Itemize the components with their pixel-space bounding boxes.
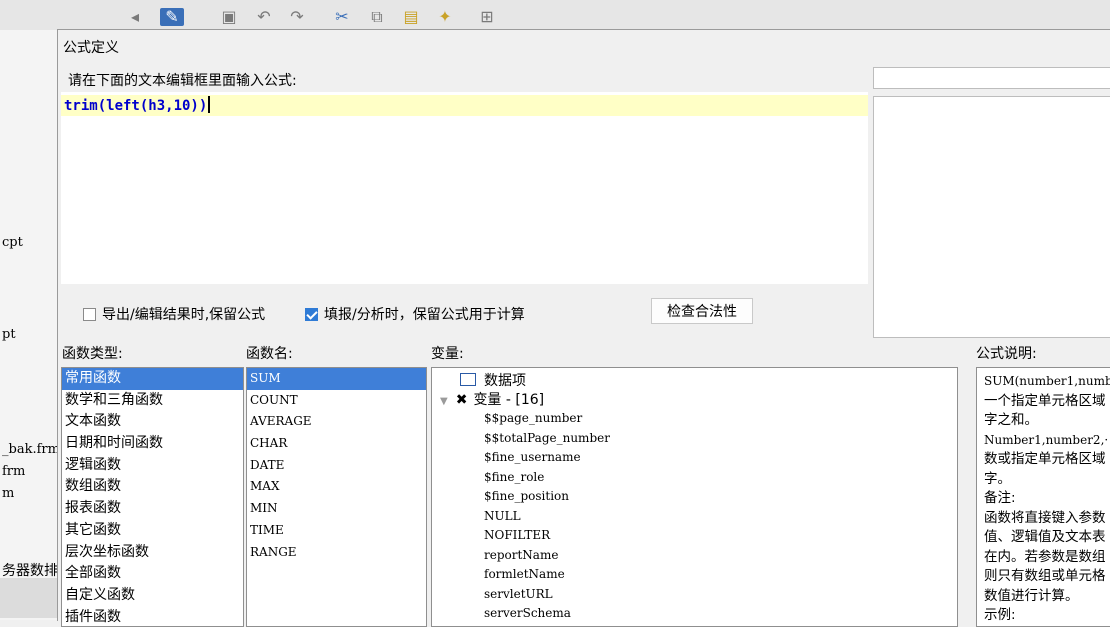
formula-preview-panel <box>873 96 1110 338</box>
variable-item[interactable]: reportName <box>484 548 558 562</box>
variable-item[interactable]: $fine_role <box>484 470 544 484</box>
fill-keep-formula-label: 填报/分析时，保留公式用于计算 <box>324 307 525 323</box>
description-line: 示例: <box>984 607 1016 623</box>
description-line: SUM(number1,numbe <box>984 374 1110 388</box>
format-brush-icon[interactable]: ✦ <box>436 8 454 26</box>
list-item[interactable]: 逻辑函数 <box>62 455 243 477</box>
list-item[interactable]: 其它函数 <box>62 520 243 542</box>
arrow-left-icon[interactable]: ◂ <box>126 8 144 26</box>
paste-icon[interactable]: ▤ <box>402 8 420 26</box>
description-line: 在内。若参数是数组 <box>984 548 1106 565</box>
dialog-title: 公式定义 <box>63 40 119 56</box>
list-item[interactable]: CHAR <box>247 433 426 455</box>
list-item[interactable]: 层次坐标函数 <box>62 542 243 564</box>
file-item[interactable]: m <box>2 486 14 501</box>
edit-icon[interactable]: ✎ <box>160 8 184 26</box>
tree-item-data-item[interactable]: 数据项 <box>460 370 526 390</box>
list-item[interactable]: 数学和三角函数 <box>62 390 243 412</box>
list-item[interactable]: MAX <box>247 476 426 498</box>
description-line: 备注: <box>984 490 1016 506</box>
list-item[interactable]: DATE <box>247 455 426 477</box>
description-line: Number1,number2,· <box>984 432 1109 447</box>
list-item[interactable]: AVERAGE <box>247 411 426 433</box>
description-line: 数值进行计算。 <box>984 587 1079 604</box>
export-keep-formula-label: 导出/编辑结果时,保留公式 <box>102 307 266 323</box>
list-item[interactable]: 日期和时间函数 <box>62 433 243 455</box>
description-line: 则只有数组或单元格 <box>984 568 1106 584</box>
text-caret <box>208 96 211 113</box>
formula-dialog: 公式定义 请在下面的文本编辑框里面输入公式: trim(left(h3,10))… <box>57 29 1110 627</box>
variable-item[interactable]: $$totalPage_number <box>484 431 610 445</box>
formula-search-input[interactable] <box>873 67 1110 89</box>
variables-label: 变量: <box>431 346 464 362</box>
variable-tree[interactable]: 数据项 ▼ ✖ 变量 - [16] $$page_number $$totalPag… <box>431 367 958 627</box>
variable-item[interactable]: NULL <box>484 509 521 523</box>
category-list[interactable]: 常用函数 数学和三角函数 文本函数 日期和时间函数 逻辑函数 数组函数 报表函数… <box>61 367 244 627</box>
list-item[interactable]: RANGE <box>247 542 426 564</box>
checkbox-checked-icon[interactable] <box>305 307 318 321</box>
description-line: 字。 <box>984 470 1011 487</box>
variable-item[interactable]: $fine_position <box>484 489 569 503</box>
list-item[interactable]: 自定义函数 <box>62 585 243 607</box>
file-item[interactable]: frm <box>2 464 25 479</box>
formula-description-panel: SUM(number1,numbe 一个指定单元格区域 字之和。 Number1… <box>976 367 1110 627</box>
variable-item[interactable]: serverSchema <box>484 606 571 620</box>
undo-icon[interactable]: ↶ <box>255 8 273 26</box>
categories-label: 函数类型: <box>62 346 123 362</box>
expand-arrow-icon[interactable]: ▼ <box>440 396 448 407</box>
formula-icon[interactable]: ⊞ <box>478 8 496 26</box>
editor-prompt: 请在下面的文本编辑框里面输入公式: <box>68 73 297 89</box>
list-item[interactable]: SUM <box>247 368 426 390</box>
checkbox-unchecked-icon[interactable] <box>83 307 96 321</box>
description-label: 公式说明: <box>976 346 1037 362</box>
description-line: 一个指定单元格区域 <box>984 392 1106 409</box>
cut-icon[interactable]: ✂ <box>333 8 351 26</box>
description-line: 字之和。 <box>984 412 1038 428</box>
data-item-icon <box>460 373 476 386</box>
file-item[interactable]: cpt <box>2 235 23 250</box>
variable-item[interactable]: servletURL <box>484 587 553 601</box>
list-item[interactable]: 数组函数 <box>62 476 243 498</box>
fill-keep-formula-checkbox[interactable]: 填报/分析时，保留公式用于计算 <box>305 305 525 323</box>
redo-icon[interactable]: ↷ <box>288 8 306 26</box>
description-line: 函数将直接键入参数 <box>984 509 1106 526</box>
function-list[interactable]: SUM COUNT AVERAGE CHAR DATE MAX MIN TIME… <box>246 367 427 627</box>
background-toolbar: ◂ ✎ ▣ ↶ ↷ ✂ ⧉ ▤ ✦ ⊞ <box>0 0 1110 30</box>
scrollbar[interactable] <box>960 367 974 627</box>
tree-item-label: 变量 - [16] <box>473 392 545 408</box>
list-item[interactable]: TIME <box>247 520 426 542</box>
variable-item[interactable]: $fine_username <box>484 450 581 464</box>
variable-item[interactable]: NOFILTER <box>484 528 550 542</box>
save-icon[interactable]: ▣ <box>220 8 238 26</box>
description-line: 值、逻辑值及文本表 <box>984 529 1106 545</box>
list-item[interactable]: 文本函数 <box>62 411 243 433</box>
list-item[interactable]: 全部函数 <box>62 563 243 585</box>
file-item[interactable]: _bak.frm <box>2 442 60 457</box>
check-validity-button[interactable]: 检查合法性 <box>651 298 753 324</box>
background-file-list: cpt pt _bak.frm frm m 务器数排 <box>0 30 60 620</box>
list-item[interactable]: 插件函数 <box>62 607 243 626</box>
tree-item-variable-group[interactable]: ▼ ✖ 变量 - [16] <box>440 389 544 409</box>
functions-label: 函数名: <box>246 346 293 362</box>
list-item[interactable]: 常用函数 <box>62 368 243 390</box>
variable-item[interactable]: $$page_number <box>484 411 582 425</box>
server-label: 务器数排 <box>2 563 58 579</box>
formula-editor[interactable]: trim(left(h3,10)) <box>61 92 868 284</box>
copy-icon[interactable]: ⧉ <box>368 8 386 26</box>
tree-item-label: 数据项 <box>484 373 526 389</box>
list-item[interactable]: MIN <box>247 498 426 520</box>
list-item[interactable]: COUNT <box>247 390 426 412</box>
variable-item[interactable]: formletName <box>484 567 565 581</box>
variable-icon: ✖ <box>455 392 468 408</box>
description-line: 数或指定单元格区域 <box>984 451 1106 467</box>
export-keep-formula-checkbox[interactable]: 导出/编辑结果时,保留公式 <box>83 305 265 323</box>
formula-text: trim(left(h3,10)) <box>64 98 208 114</box>
file-item[interactable]: pt <box>2 327 16 342</box>
current-line-highlight: trim(left(h3,10)) <box>61 95 868 116</box>
list-item[interactable]: 报表函数 <box>62 498 243 520</box>
